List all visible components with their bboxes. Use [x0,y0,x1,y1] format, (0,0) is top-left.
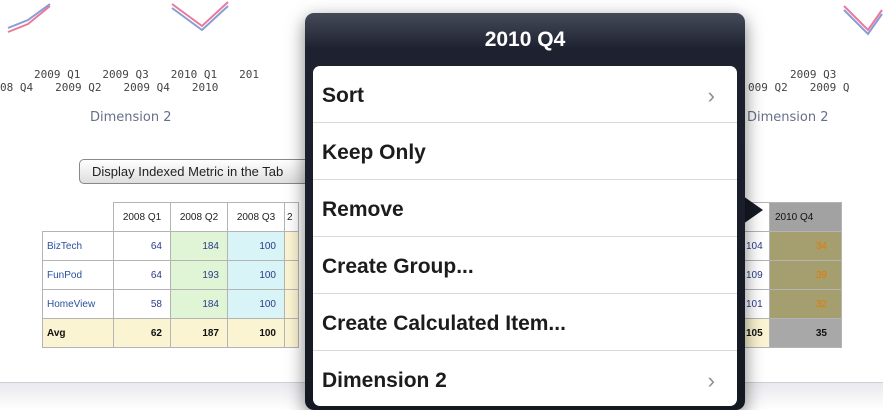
row-label: Avg [42,318,114,348]
metric-table-left: 2008 Q1 2008 Q2 2008 Q3 2 BizTech 64 184… [42,202,299,348]
axis-tick-label: 2009 Q2 [55,81,102,94]
menu-item-label: Remove [322,198,404,221]
menu-item-create-calculated-item[interactable]: Create Calculated Item... [313,294,737,351]
table-cell: 35 [769,318,842,348]
table-corner-cell [42,202,114,232]
axis-top-row-left: 2009 Q1 2009 Q3 2010 Q1 201 [34,68,259,81]
table-row-average: Avg 62 187 100 [42,318,299,348]
display-indexed-metric-button[interactable]: Display Indexed Metric in the Tab [79,159,319,184]
axis-tick-label: 201 [239,68,259,81]
table-cell: 109 [742,260,770,290]
table-row: BizTech 64 184 100 [42,231,299,261]
sparkline-chart-left [7,1,229,33]
row-label[interactable]: FunPod [42,260,114,290]
table-cell: 32 [769,289,842,319]
menu-item-sort[interactable]: Sort › [313,66,737,123]
table-cell: 64 [113,260,171,290]
table-cell [284,260,299,290]
table-cell: 58 [113,289,171,319]
menu-item-label: Create Group... [322,255,474,278]
row-label[interactable]: HomeView [42,289,114,319]
table-cell: 100 [227,260,285,290]
table-cell: 187 [170,318,228,348]
table-row: 101 32 [742,289,842,319]
chevron-right-icon: › [707,368,715,393]
table-cell: 39 [769,260,842,290]
axis-tick-label: 2010 [191,81,219,94]
column-header[interactable]: 2008 Q1 [113,202,171,232]
row-label[interactable]: BizTech [42,231,114,261]
table-row: 109 39 [742,260,842,290]
axis-bottom-row-right: 009 Q2 2009 Q [748,81,850,94]
axis-tick-label: 2009 Q3 [102,68,149,81]
popover-title: 2010 Q4 [484,28,566,51]
menu-item-dimension-2[interactable]: Dimension 2 › [313,351,737,406]
context-popover: 2010 Q4 Sort › Keep Only Remove Create G… [305,13,745,410]
menu-item-label: Dimension 2 [322,369,447,392]
menu-item-remove[interactable]: Remove [313,180,737,237]
table-cell: 34 [769,231,842,261]
table-cell: 100 [227,318,285,348]
axis-tick-label: 2009 Q1 [34,68,81,81]
table-cell [284,318,299,348]
table-cell: 193 [170,260,228,290]
axis-tick-label: 2009 Q [809,81,850,94]
column-header[interactable]: 2 [284,202,299,232]
table-cell: 62 [113,318,171,348]
popover-pointer [743,196,763,224]
table-row: HomeView 58 184 100 [42,289,299,319]
sparkline-series-blue-3 [843,9,883,36]
menu-item-create-group[interactable]: Create Group... [313,237,737,294]
axis-tick-label: 08 Q4 [0,81,34,94]
chevron-right-icon: › [707,83,715,108]
menu-item-keep-only[interactable]: Keep Only [313,123,737,180]
table-cell [284,231,299,261]
menu-item-label: Keep Only [322,141,426,164]
axis-top-row-right: 2009 Q3 [790,68,836,81]
sparkline-series-pink-3 [843,5,883,32]
table-cell: 184 [170,289,228,319]
table-cell: 184 [170,231,228,261]
table-cell: 104 [742,231,770,261]
axis-tick-label: 2009 Q3 [790,68,837,81]
table-row: FunPod 64 193 100 [42,260,299,290]
dimension-label-right: Dimension 2 [747,110,829,125]
column-header[interactable]: 2008 Q2 [170,202,228,232]
table-cell: 100 [227,231,285,261]
axis-tick-label: 2009 Q4 [123,81,170,94]
table-cell [284,289,299,319]
axis-tick-label: 2010 Q1 [170,68,218,81]
column-header[interactable]: 2008 Q3 [227,202,285,232]
axis-tick-label: 009 Q2 [748,81,788,94]
menu-item-label: Create Calculated Item... [322,312,566,335]
table-cell: 100 [227,289,285,319]
table-cell: 105 [742,318,770,348]
table-header-row: 2008 Q1 2008 Q2 2008 Q3 2 [42,202,299,232]
column-header-selected[interactable]: 2010 Q4 [769,202,842,232]
sparkline-chart-right [843,5,883,36]
table-row-average: 105 35 [742,318,842,348]
table-row: 104 34 [742,231,842,261]
popover-menu: Sort › Keep Only Remove Create Group... … [313,66,737,406]
menu-item-label: Sort [322,84,364,107]
dimension-label-left: Dimension 2 [90,110,172,125]
axis-bottom-row-left: 08 Q4 2009 Q2 2009 Q4 2010 [0,81,218,94]
table-cell: 64 [113,231,171,261]
table-cell: 101 [742,289,770,319]
